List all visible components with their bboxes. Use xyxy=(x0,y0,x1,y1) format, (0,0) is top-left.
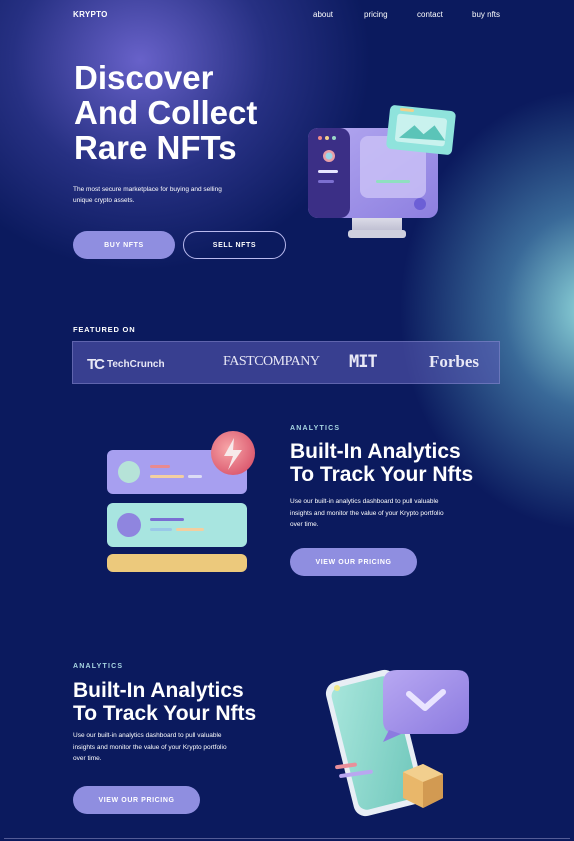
nav-link-buy-nfts[interactable]: buy nfts xyxy=(472,10,500,19)
nav-link-contact[interactable]: contact xyxy=(417,10,443,19)
analytics-cards-illustration xyxy=(107,431,255,572)
hero-subtitle: The most secure marketplace for buying a… xyxy=(73,186,222,204)
hero-title-line-1: Discover xyxy=(74,59,214,96)
hero-title: Discover And Collect Rare NFTs xyxy=(74,60,304,165)
section1-title: Built-In Analytics To Track Your Nfts xyxy=(290,440,473,486)
section2-view-pricing-button[interactable]: VIEW OUR PRICING xyxy=(73,786,200,814)
techcrunch-icon: TC xyxy=(87,356,105,373)
sell-nfts-button[interactable]: SELL NFTS xyxy=(183,231,286,259)
featured-on-label: FEATURED ON xyxy=(73,325,136,334)
section2-description: Use our built-in analytics dashboard to … xyxy=(73,732,227,762)
section1-title-line-2: To Track Your Nfts xyxy=(290,463,474,486)
hero-title-line-2: And Collect xyxy=(74,94,258,131)
section2-title: Built-In Analytics To Track Your Nfts xyxy=(73,679,256,725)
computer-monitor-illustration xyxy=(308,105,456,238)
page-bottom-divider xyxy=(4,838,570,839)
mit-logo: MIT xyxy=(349,352,378,372)
fastcompany-logo: FASTCOMPANY xyxy=(223,354,320,369)
techcrunch-logo: TC TechCrunch xyxy=(87,356,165,373)
hero-title-line-3: Rare NFTs xyxy=(74,129,237,166)
section2-title-line-2: To Track Your Nfts xyxy=(73,702,257,725)
buy-nfts-button[interactable]: BUY NFTS xyxy=(73,231,175,259)
site-logo[interactable]: KRYPTO xyxy=(73,10,108,19)
top-navigation: KRYPTO about pricing contact buy nfts xyxy=(0,0,574,30)
featured-brands-bar: TC TechCrunch FASTCOMPANY MIT Forbes xyxy=(72,341,500,384)
techcrunch-wordmark: TechCrunch xyxy=(107,359,165,370)
section2-title-line-1: Built-In Analytics xyxy=(73,679,244,702)
nav-link-pricing[interactable]: pricing xyxy=(364,10,388,19)
phone-chat-illustration xyxy=(325,669,469,817)
section1-description: Use our built-in analytics dashboard to … xyxy=(290,498,444,528)
nav-link-about[interactable]: about xyxy=(313,10,333,19)
section2-eyebrow: ANALYTICS xyxy=(73,663,124,670)
section1-eyebrow: ANALYTICS xyxy=(290,425,341,432)
section1-title-line-1: Built-In Analytics xyxy=(290,440,461,463)
section1-view-pricing-button[interactable]: VIEW OUR PRICING xyxy=(290,548,417,576)
forbes-logo: Forbes xyxy=(429,352,480,371)
